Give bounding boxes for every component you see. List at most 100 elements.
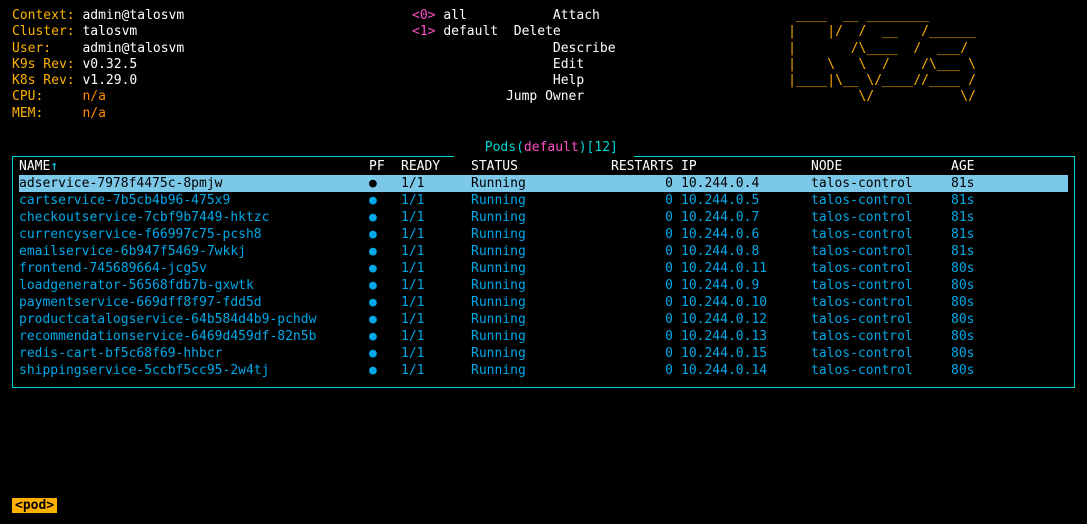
col-status[interactable]: STATUS bbox=[471, 159, 611, 175]
pod-ready: 1/1 bbox=[401, 363, 471, 379]
mem-value: n/a bbox=[82, 106, 105, 121]
table-row[interactable]: checkoutservice-7cbf9b7449-hktzc●1/1Runn… bbox=[19, 209, 1068, 226]
pod-name: adservice-7978f4475c-8pmjw bbox=[19, 176, 369, 192]
port-forward-icon: ● bbox=[369, 363, 401, 379]
title-count: 12 bbox=[594, 140, 610, 155]
table-row[interactable]: currencyservice-f66997c75-pcsh8●1/1Runni… bbox=[19, 226, 1068, 243]
pod-ready: 1/1 bbox=[401, 261, 471, 277]
pod-ready: 1/1 bbox=[401, 244, 471, 260]
pod-ip: 10.244.0.9 bbox=[681, 278, 811, 294]
pod-ip: 10.244.0.13 bbox=[681, 329, 811, 345]
table-row[interactable]: cartservice-7b5cb4b96-475x9●1/1Running01… bbox=[19, 192, 1068, 209]
col-ip[interactable]: IP bbox=[681, 159, 811, 175]
pod-restarts: 0 bbox=[611, 227, 681, 243]
pod-node: talos-control bbox=[811, 244, 951, 260]
pods-title: Pods(default)[12] bbox=[12, 124, 1075, 157]
port-forward-icon: ● bbox=[369, 295, 401, 311]
port-forward-icon: ● bbox=[369, 227, 401, 243]
k9srev-label: K9s Rev: bbox=[12, 57, 75, 72]
pod-ready: 1/1 bbox=[401, 346, 471, 362]
pods-table: NAME↑ PF READY STATUS RESTARTS IP NODE A… bbox=[12, 156, 1075, 388]
table-row[interactable]: shippingservice-5ccbf5cc95-2w4tj●1/1Runn… bbox=[19, 362, 1068, 379]
pod-restarts: 0 bbox=[611, 278, 681, 294]
shortcut-row: Delete bbox=[498, 24, 788, 40]
shortcut-key[interactable] bbox=[498, 89, 506, 104]
col-ready[interactable]: READY bbox=[401, 159, 471, 175]
port-forward-icon: ● bbox=[369, 176, 401, 192]
pod-status: Running bbox=[471, 312, 611, 328]
shortcut-key[interactable] bbox=[498, 41, 553, 56]
header: Context: admin@talosvm Cluster: talosvm … bbox=[12, 8, 1075, 122]
pod-name: emailservice-6b947f5469-7wkkj bbox=[19, 244, 369, 260]
pod-ip: 10.244.0.8 bbox=[681, 244, 811, 260]
col-restarts[interactable]: RESTARTS bbox=[611, 159, 681, 175]
pod-status: Running bbox=[471, 210, 611, 226]
shortcut-row: Describe bbox=[498, 41, 788, 57]
title-prefix: Pods( bbox=[485, 140, 524, 155]
shortcut-key[interactable] bbox=[498, 8, 553, 23]
pod-age: 80s bbox=[951, 363, 1001, 379]
pod-name: loadgenerator-56568fdb7b-gxwtk bbox=[19, 278, 369, 294]
shortcut-key[interactable] bbox=[498, 73, 553, 88]
pod-status: Running bbox=[471, 176, 611, 192]
pod-status: Running bbox=[471, 278, 611, 294]
ns-key-0[interactable]: <0> bbox=[412, 8, 435, 23]
col-age[interactable]: AGE bbox=[951, 159, 1001, 175]
table-row[interactable]: adservice-7978f4475c-8pmjw●1/1Running010… bbox=[19, 175, 1068, 192]
table-row[interactable]: loadgenerator-56568fdb7b-gxwtk●1/1Runnin… bbox=[19, 277, 1068, 294]
breadcrumb: <pod> bbox=[12, 498, 57, 514]
pod-restarts: 0 bbox=[611, 295, 681, 311]
pod-name: checkoutservice-7cbf9b7449-hktzc bbox=[19, 210, 369, 226]
pod-restarts: 0 bbox=[611, 346, 681, 362]
pod-ready: 1/1 bbox=[401, 227, 471, 243]
pod-age: 81s bbox=[951, 244, 1001, 260]
pod-ip: 10.244.0.4 bbox=[681, 176, 811, 192]
pod-ready: 1/1 bbox=[401, 329, 471, 345]
pod-status: Running bbox=[471, 193, 611, 209]
pod-ip: 10.244.0.15 bbox=[681, 346, 811, 362]
breadcrumb-pod[interactable]: <pod> bbox=[12, 498, 57, 513]
pod-name: currencyservice-f66997c75-pcsh8 bbox=[19, 227, 369, 243]
table-row[interactable]: recommendationservice-6469d459df-82n5b●1… bbox=[19, 328, 1068, 345]
user-value: admin@talosvm bbox=[82, 41, 184, 56]
pod-ready: 1/1 bbox=[401, 278, 471, 294]
title-suffix: )[ bbox=[579, 140, 595, 155]
pod-age: 81s bbox=[951, 227, 1001, 243]
shortcut-row: Attach bbox=[498, 8, 788, 24]
pod-node: talos-control bbox=[811, 312, 951, 328]
table-row[interactable]: paymentservice-669dff8f97-fdd5d●1/1Runni… bbox=[19, 294, 1068, 311]
k8srev-label: K8s Rev: bbox=[12, 73, 75, 88]
table-row[interactable]: productcatalogservice-64b584d4b9-pchdw●1… bbox=[19, 311, 1068, 328]
k8srev-value: v1.29.0 bbox=[82, 73, 137, 88]
shortcut-key[interactable] bbox=[498, 57, 553, 72]
pod-ip: 10.244.0.10 bbox=[681, 295, 811, 311]
k9srev-value: v0.32.5 bbox=[82, 57, 137, 72]
pod-age: 80s bbox=[951, 261, 1001, 277]
col-node[interactable]: NODE bbox=[811, 159, 951, 175]
pod-ip: 10.244.0.11 bbox=[681, 261, 811, 277]
pod-status: Running bbox=[471, 261, 611, 277]
shortcut-key[interactable] bbox=[498, 24, 514, 39]
pod-ready: 1/1 bbox=[401, 176, 471, 192]
pod-node: talos-control bbox=[811, 346, 951, 362]
k9s-logo-ascii: ____ __ ________ | |/ / __ /______ | /\_… bbox=[788, 8, 976, 122]
ns-key-1[interactable]: <1> bbox=[412, 24, 435, 39]
shortcut-label: Edit bbox=[553, 57, 639, 72]
cpu-value: n/a bbox=[82, 89, 105, 104]
table-row[interactable]: frontend-745689664-jcg5v●1/1Running010.2… bbox=[19, 260, 1068, 277]
user-label: User: bbox=[12, 41, 51, 56]
pod-name: frontend-745689664-jcg5v bbox=[19, 261, 369, 277]
port-forward-icon: ● bbox=[369, 210, 401, 226]
shortcut-row: Edit bbox=[498, 57, 788, 73]
table-row[interactable]: emailservice-6b947f5469-7wkkj●1/1Running… bbox=[19, 243, 1068, 260]
port-forward-icon: ● bbox=[369, 193, 401, 209]
action-shortcuts: Attach Delete Describe Edit Help Jump Ow… bbox=[498, 8, 788, 122]
ns-val-0: all bbox=[443, 8, 466, 23]
cluster-label: Cluster: bbox=[12, 24, 75, 39]
pod-node: talos-control bbox=[811, 363, 951, 379]
table-row[interactable]: redis-cart-bf5c68f69-hhbcr●1/1Running010… bbox=[19, 345, 1068, 362]
col-pf[interactable]: PF bbox=[369, 159, 401, 175]
pod-status: Running bbox=[471, 227, 611, 243]
col-name[interactable]: NAME↑ bbox=[19, 159, 369, 175]
title-namespace: default bbox=[524, 140, 579, 155]
